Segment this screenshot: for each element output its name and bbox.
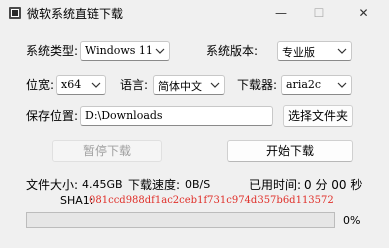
language-dropdown[interactable]: 简体中文 [153, 75, 225, 95]
save-location-input[interactable]: D:\Downloads [80, 106, 273, 126]
save-location-value: D:\Downloads [85, 109, 163, 122]
language-value: 简体中文 [158, 80, 202, 93]
progress-percent: 0% [343, 214, 361, 227]
system-edition-dropdown[interactable]: 专业版 [277, 41, 352, 61]
start-download-button[interactable]: 开始下载 [227, 140, 353, 162]
title-bar[interactable]: 微软系统直链下载 — ☐ ✕ [0, 0, 389, 26]
system-edition-value: 专业版 [282, 46, 315, 59]
minimize-button[interactable]: — [262, 0, 300, 26]
bitness-dropdown[interactable]: x64 [56, 75, 106, 95]
close-button[interactable]: ✕ [338, 0, 389, 26]
downloader-label: 下载器: [237, 78, 278, 92]
save-location-label: 保存位置: [26, 109, 79, 123]
chevron-down-icon [210, 82, 220, 88]
chevron-down-icon [337, 48, 347, 54]
file-size-value: 4.45GB [82, 178, 123, 191]
downloader-value: aria2c [286, 78, 322, 91]
chevron-down-icon [91, 82, 101, 88]
choose-folder-button[interactable]: 选择文件夹 [283, 105, 353, 127]
system-type-value: Windows 11 [85, 44, 153, 57]
language-label: 语言: [120, 78, 149, 92]
bitness-value: x64 [61, 78, 82, 91]
system-edition-label: 系统版本: [206, 44, 259, 58]
file-size-label: 文件大小: [26, 178, 79, 192]
download-speed-value: 0B/S [185, 178, 211, 191]
chevron-down-icon [337, 82, 347, 88]
chevron-down-icon [155, 48, 165, 54]
system-type-dropdown[interactable]: Windows 11 [80, 41, 170, 61]
maximize-button[interactable]: ☐ [300, 0, 338, 26]
download-progress-bar [26, 212, 335, 228]
sha1-value: 081ccd988df1ac2ceb1f731c974d357b6d113572 [89, 195, 334, 206]
pause-download-button[interactable]: 暂停下载 [52, 140, 162, 162]
download-speed-label: 下载速度: [128, 178, 181, 192]
elapsed-time-label: 已用时间: [249, 178, 302, 192]
system-type-label: 系统类型: [26, 44, 79, 58]
window-title: 微软系统直链下载 [27, 7, 124, 21]
app-icon [9, 7, 21, 19]
elapsed-time-value: 0 分 00 秒 [304, 178, 363, 192]
downloader-dropdown[interactable]: aria2c [281, 75, 352, 95]
bitness-label: 位宽: [26, 78, 55, 92]
